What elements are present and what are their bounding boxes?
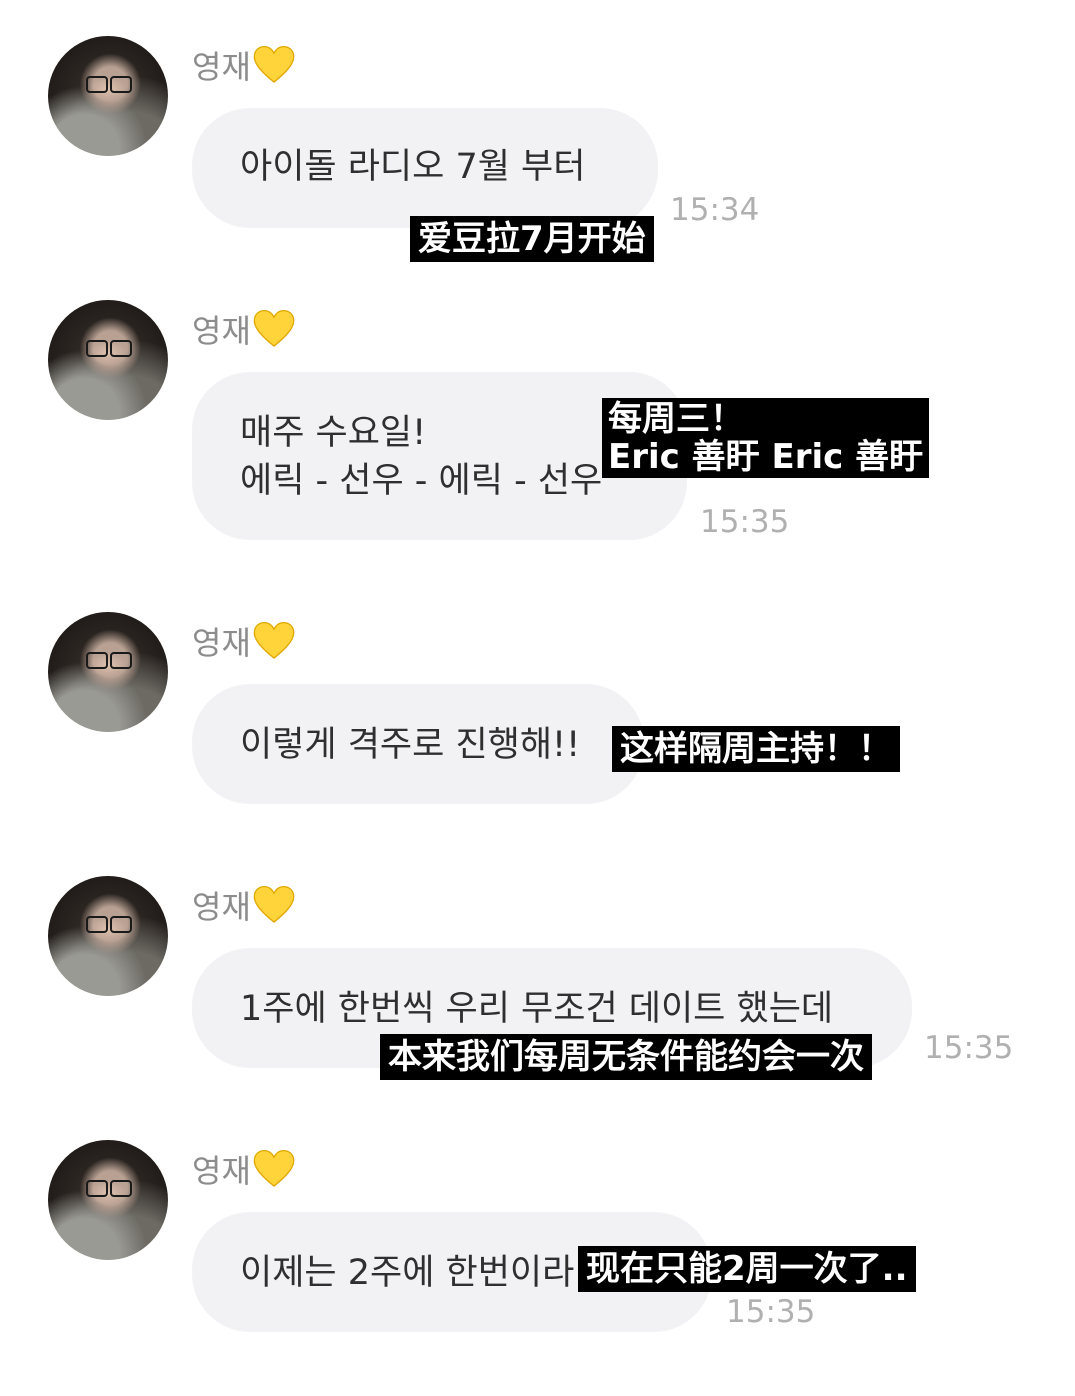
message-text: 이제는 2주에 한번이라 [240,1253,575,1293]
avatar[interactable] [48,1140,168,1260]
yellow-heart-icon [253,885,295,923]
subtitle-text: Eric 善盱 Eric 善盱 [608,437,924,477]
sender-name: 영재 [192,306,295,352]
avatar[interactable] [48,300,168,420]
sender-name: 영재 [192,882,295,928]
avatar[interactable] [48,876,168,996]
subtitle-text: 现在只能2周一次了.. [586,1249,908,1289]
sender-name: 영재 [192,618,295,664]
message-text: 이렇게 격주로 진행해!! [240,725,581,765]
sender-name-text: 영재 [192,888,251,926]
subtitle-text: 这样隔周主持！！ [620,729,892,769]
subtitle-text: 每周三！ [608,399,744,439]
message-bubble[interactable]: 이렇게 격주로 진행해!! [192,684,644,804]
sender-name: 영재 [192,42,295,88]
timestamp: 15:35 [924,1030,1014,1066]
yellow-heart-icon [253,45,295,83]
message-text: 매주 수요일! [240,413,427,453]
avatar[interactable] [48,36,168,156]
yellow-heart-icon [253,1149,295,1187]
sender-name-text: 영재 [192,48,251,86]
timestamp: 15:35 [700,504,790,540]
message-text: 1주에 한번씩 우리 무조건 데이트 했는데 [240,989,834,1029]
timestamp: 15:35 [726,1294,816,1330]
sender-name: 영재 [192,1146,295,1192]
sender-name-text: 영재 [192,624,251,662]
translation-subtitle: 本来我们每周无条件能约会一次 [380,1034,872,1080]
message-text: 아이돌 라디오 7월 부터 [240,147,586,187]
timestamp: 15:34 [670,192,760,228]
sender-name-text: 영재 [192,1152,251,1190]
yellow-heart-icon [253,621,295,659]
avatar[interactable] [48,612,168,732]
translation-subtitle: 这样隔周主持！！ [612,726,900,772]
sender-name-text: 영재 [192,312,251,350]
subtitle-text: 本来我们每周无条件能约会一次 [388,1037,864,1077]
subtitle-text: 爱豆拉7月开始 [418,219,646,259]
translation-subtitle: 爱豆拉7月开始 [410,216,654,262]
message-text: 에릭 - 선우 - 에릭 - 선우 [240,461,603,501]
translation-subtitle: 现在只能2周一次了.. [578,1246,916,1292]
yellow-heart-icon [253,309,295,347]
message-bubble[interactable]: 아이돌 라디오 7월 부터 [192,108,658,228]
translation-subtitle: 每周三！ Eric 善盱 Eric 善盱 [602,398,930,478]
